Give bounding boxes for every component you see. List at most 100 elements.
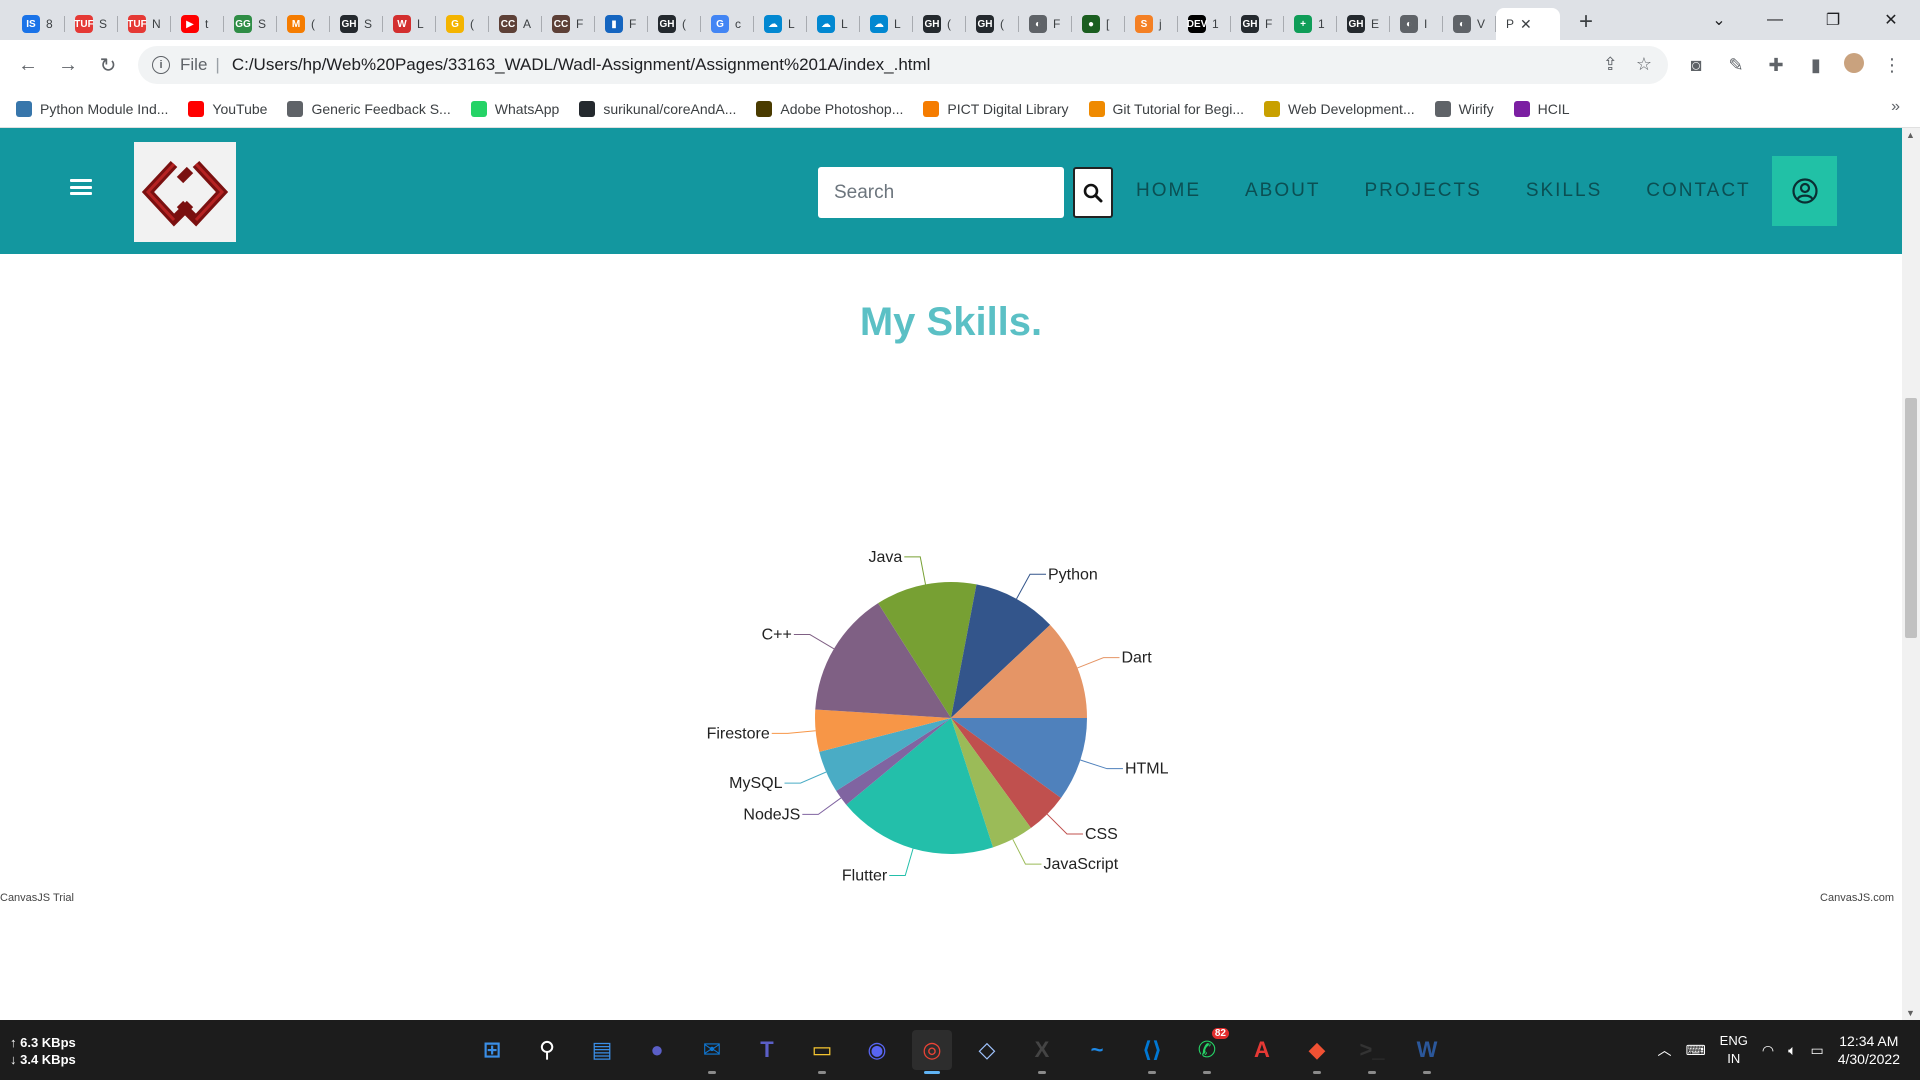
url-text[interactable]: C:/Users/hp/Web%20Pages/33163_WADL/Wadl-… [232,55,931,75]
terminal-taskbar-icon[interactable]: >_ [1352,1030,1392,1074]
search-taskbar-icon[interactable]: ⚲ [527,1030,567,1070]
nav-skills-link[interactable]: SKILLS [1526,180,1602,202]
nav-home-link[interactable]: HOME [1136,180,1201,202]
close-tab-icon[interactable]: ✕ [1520,16,1532,33]
browser-tab[interactable]: ◐ F [1019,8,1072,40]
site-logo[interactable] [134,142,236,242]
browser-tab[interactable]: GH ( [648,8,701,40]
battery-icon[interactable]: ▭ [1810,1042,1823,1059]
browser-tab[interactable]: GH ( [966,8,1019,40]
more-menu-icon[interactable]: ⋮ [1880,53,1904,77]
chrome-taskbar-icon[interactable]: ◎ [912,1030,952,1074]
browser-tab[interactable]: ☁ L [860,8,913,40]
bookmark-item[interactable]: PICT Digital Library [923,100,1069,117]
minimize-button[interactable]: — [1752,0,1798,40]
vscode-taskbar-icon[interactable]: ⟨⟩ [1132,1030,1172,1074]
browser-tab[interactable]: TUF S [65,8,118,40]
browser-tab[interactable]: GH S [330,8,383,40]
3d-viewer-taskbar-icon[interactable]: ◇ [967,1030,1007,1070]
nav-contact-link[interactable]: CONTACT [1646,180,1750,202]
whiteboard-taskbar-icon[interactable]: ~ [1077,1030,1117,1070]
screenshot-icon[interactable]: ◙ [1684,53,1708,77]
hamburger-menu-icon[interactable] [70,176,92,198]
browser-tab[interactable]: M( [277,8,330,40]
bookmark-item[interactable]: Wirify [1434,100,1494,117]
browser-tab[interactable]: Sj [1125,8,1178,40]
browser-tab[interactable]: Gc [701,8,754,40]
browser-tab[interactable]: GG S [224,8,277,40]
search-input[interactable] [818,167,1064,218]
extensions-icon[interactable]: ✚ [1764,53,1788,77]
bookmark-item[interactable]: WhatsApp [470,100,559,117]
meet-taskbar-icon[interactable]: ● [637,1030,677,1070]
file-explorer-taskbar-icon[interactable]: ▭ [802,1030,842,1074]
nav-about-link[interactable]: ABOUT [1245,180,1320,202]
maximize-button[interactable]: ❐ [1810,0,1856,40]
discord-taskbar-icon[interactable]: ◉ [857,1030,897,1070]
close-window-button[interactable]: ✕ [1868,0,1914,40]
volume-icon[interactable]: 🔈︎ [1788,1042,1796,1059]
browser-tab[interactable]: ●[ [1072,8,1125,40]
user-profile-button[interactable] [1772,156,1837,226]
wifi-icon[interactable]: ◠ [1762,1042,1774,1059]
browser-tab[interactable]: CC F [542,8,595,40]
tab-search-icon[interactable]: ⌄ [1696,0,1742,40]
browser-tab[interactable]: TUF N [118,8,171,40]
windows-start-taskbar-icon[interactable]: ⊞ [472,1030,512,1070]
browser-tab[interactable]: ☁ L [807,8,860,40]
bookmark-item[interactable]: surikunal/coreAndA... [579,100,736,117]
browser-tab[interactable]: +1 [1284,8,1337,40]
language-indicator[interactable]: ENG IN [1720,1032,1748,1068]
bookmark-item[interactable]: Generic Feedback S... [287,100,451,117]
bookmark-item[interactable]: Python Module Ind... [16,100,168,117]
bookmarks-overflow-icon[interactable]: » [1891,98,1900,116]
git-taskbar-icon[interactable]: ◆ [1297,1030,1337,1074]
browser-tab[interactable]: GH E [1337,8,1390,40]
site-info-icon[interactable]: i [152,56,170,74]
teams-taskbar-icon[interactable]: T [747,1030,787,1070]
clock[interactable]: 12:34 AM 4/30/2022 [1838,1032,1900,1068]
share-icon[interactable]: ⇪ [1603,54,1618,75]
browser-tab[interactable]: ☁ L [754,8,807,40]
forward-icon[interactable]: → [48,45,88,85]
back-icon[interactable]: ← [8,45,48,85]
profile-avatar[interactable] [1844,53,1864,73]
bookmark-item[interactable]: Web Development... [1264,100,1415,117]
bookmark-star-icon[interactable]: ☆ [1636,54,1652,75]
bookmark-item[interactable]: Adobe Photoshop... [756,100,903,117]
new-tab-button[interactable]: + [1568,4,1604,40]
page-scrollbar[interactable]: ▲ ▼ [1902,128,1920,1020]
browser-tab[interactable]: IS 8 [12,8,65,40]
bookmark-item[interactable]: YouTube [188,100,268,117]
address-bar[interactable]: i File | C:/Users/hp/Web%20Pages/33163_W… [138,46,1668,84]
whatsapp-taskbar-icon[interactable]: ✆ 82 [1187,1028,1229,1074]
browser-tab[interactable]: ◐ V [1443,8,1496,40]
bookmark-item[interactable]: Git Tutorial for Begi... [1088,100,1244,117]
browser-tab[interactable]: DEV 1 [1178,8,1231,40]
nav-projects-link[interactable]: PROJECTS [1364,180,1481,202]
scrollbar-thumb[interactable] [1905,398,1917,638]
side-panel-icon[interactable]: ▮ [1804,53,1828,77]
mplab-x-ide-taskbar-icon[interactable]: X [1022,1030,1062,1074]
word-taskbar-icon[interactable]: W [1407,1030,1447,1074]
active-browser-tab[interactable]: P ✕ [1496,8,1560,40]
browser-tab[interactable]: ▮ F [595,8,648,40]
canvasjs-credit-link[interactable]: CanvasJS.com [1820,892,1894,904]
keyboard-icon[interactable]: ⌨ [1685,1042,1705,1059]
browser-tab[interactable]: GH F [1231,8,1284,40]
browser-tab[interactable]: GH ( [913,8,966,40]
browser-tab[interactable]: ▶ t [171,8,224,40]
mail-taskbar-icon[interactable]: ✉ [692,1030,732,1074]
browser-tab[interactable]: G( [436,8,489,40]
browser-tab[interactable]: WL [383,8,436,40]
reload-icon[interactable]: ↻ [88,45,128,85]
acrobat-taskbar-icon[interactable]: A [1242,1030,1282,1070]
bookmark-label: YouTube [212,100,268,117]
widgets-taskbar-icon[interactable]: ▤ [582,1030,622,1070]
bookmark-item[interactable]: HCIL [1513,100,1570,117]
eyedropper-icon[interactable]: ✎ [1724,53,1748,77]
search-button[interactable] [1073,167,1113,218]
chevron-up-icon[interactable]: ︿ [1657,1040,1671,1060]
browser-tab[interactable]: CC A [489,8,542,40]
browser-tab[interactable]: ◐ I [1390,8,1443,40]
